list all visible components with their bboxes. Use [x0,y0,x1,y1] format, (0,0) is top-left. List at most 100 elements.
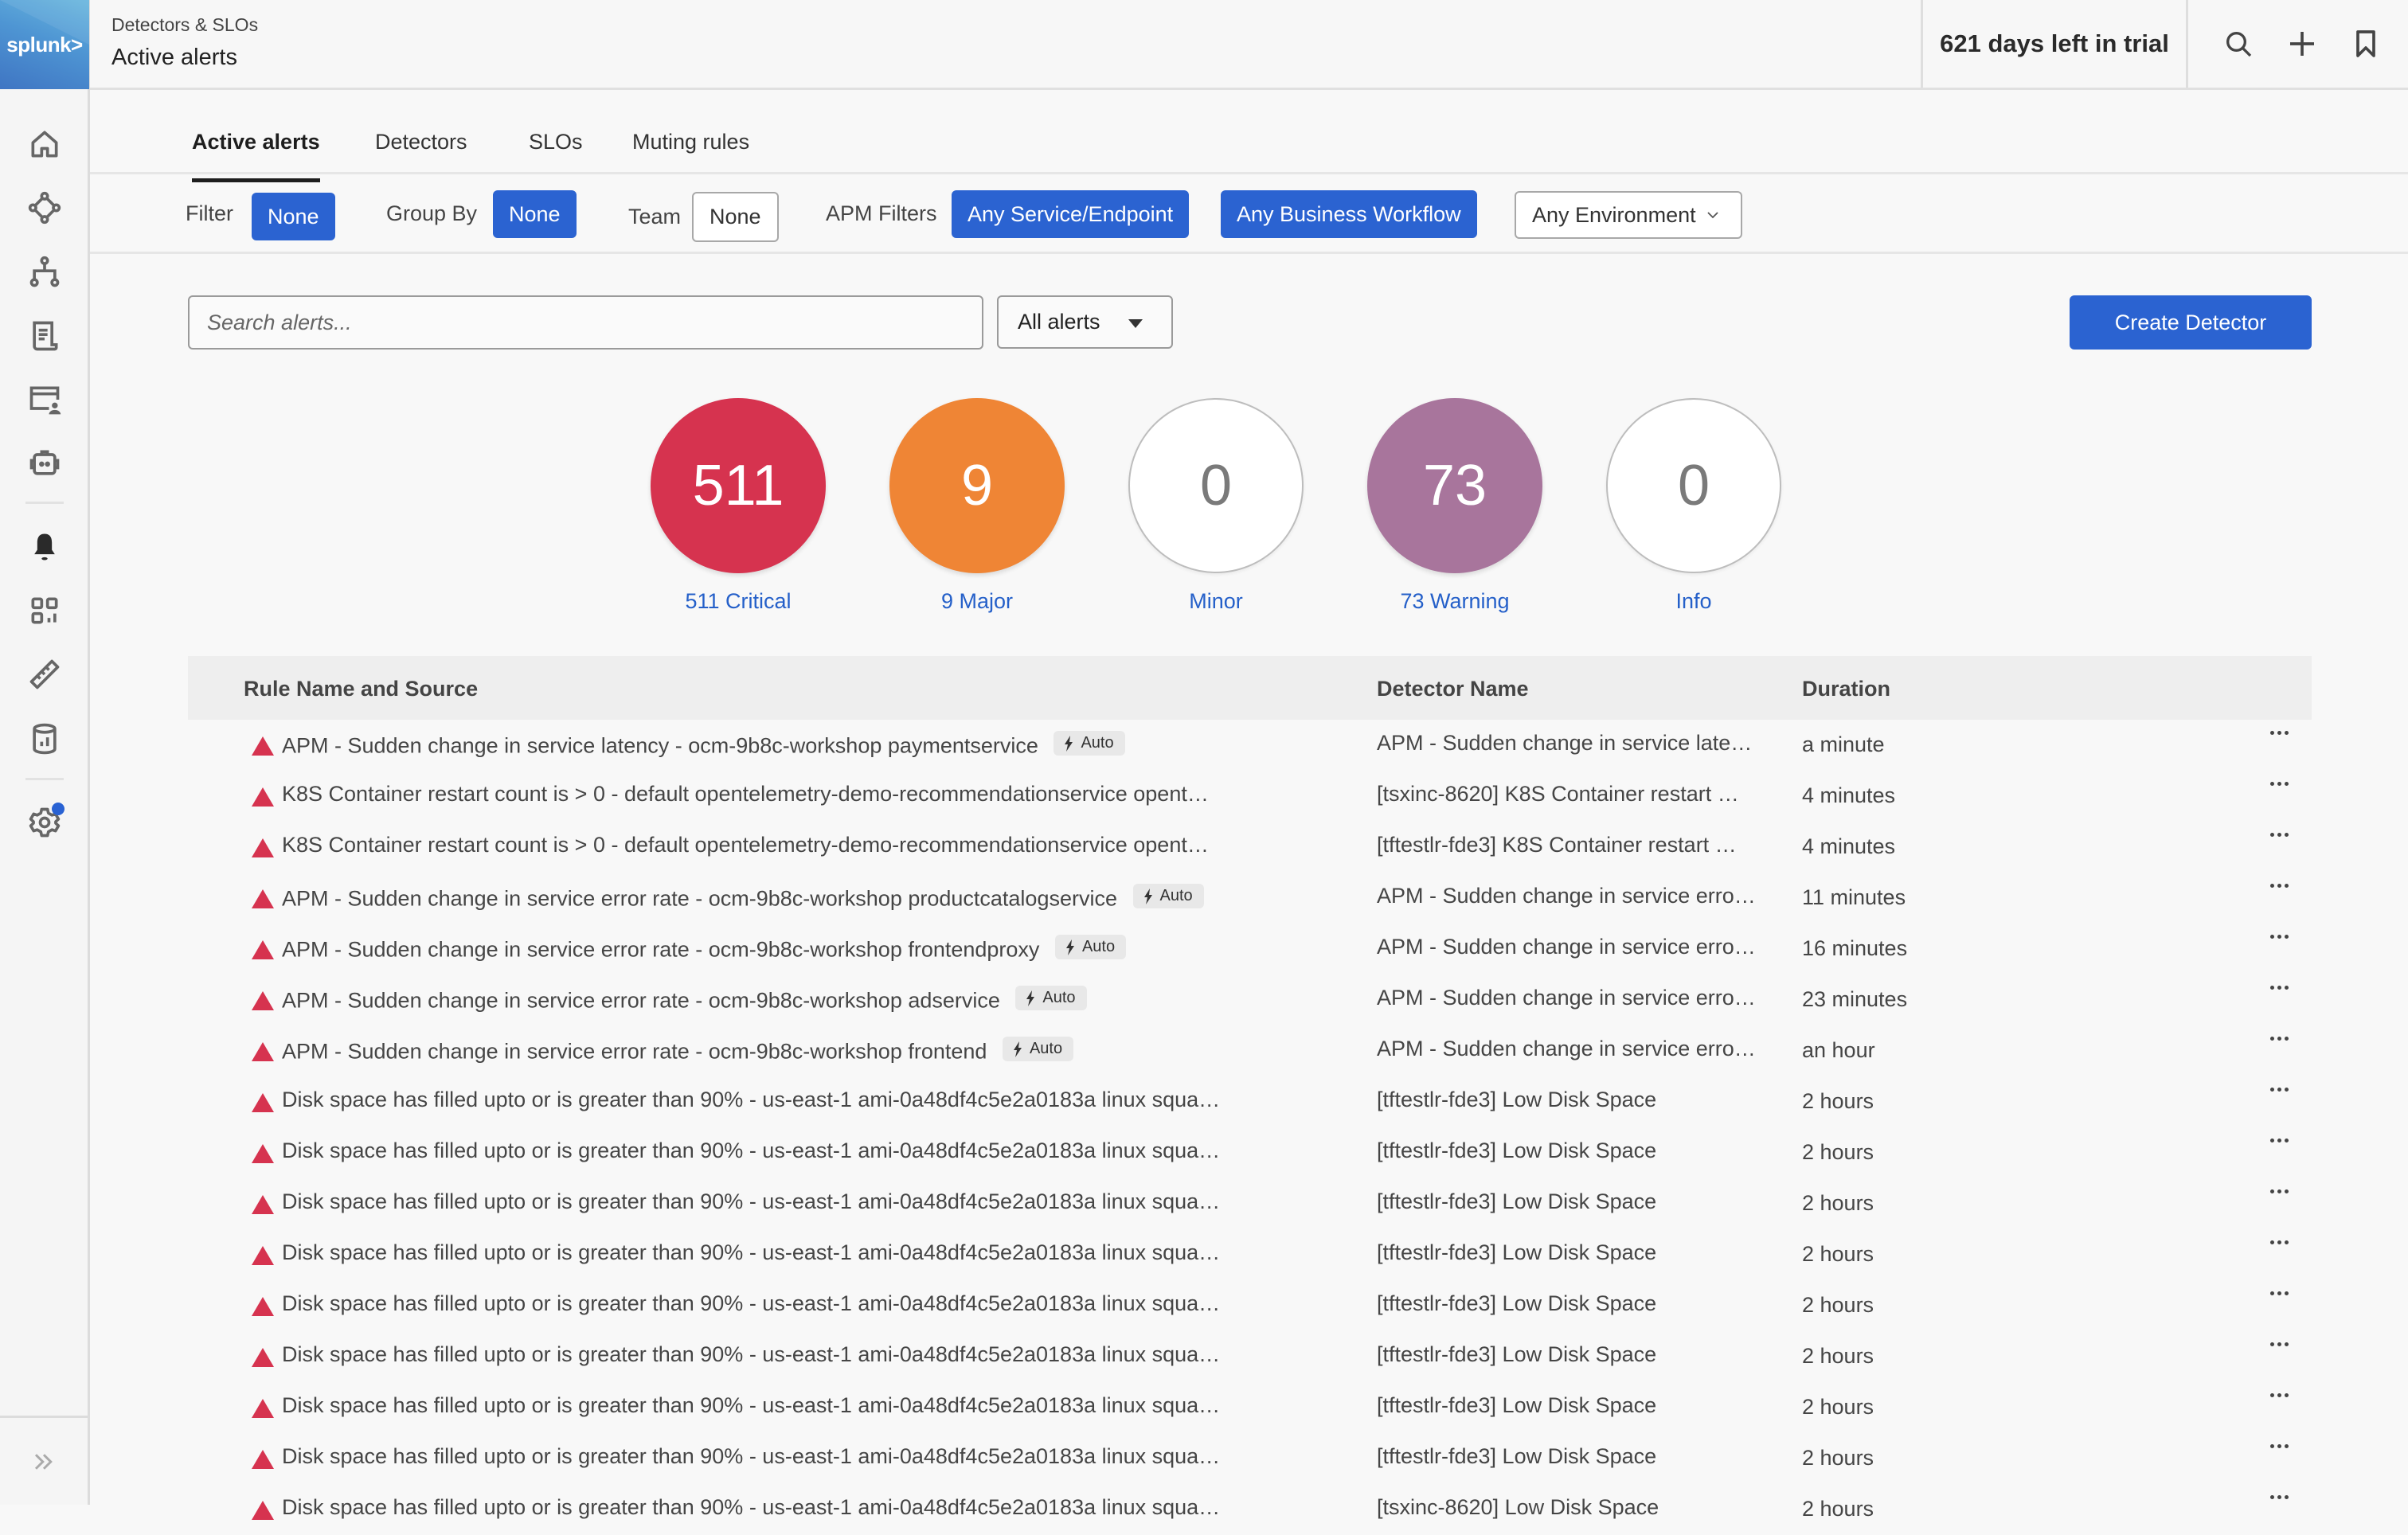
detector-name-link[interactable]: [tftestlr-fde3] Low Disk Space [1377,1291,1656,1316]
rule-name-link[interactable]: Disk space has filled upto or is greater… [282,1444,1220,1469]
table-row[interactable]: APM - Sudden change in service latency -… [188,720,2312,771]
more-actions-button[interactable] [2263,884,2295,903]
more-actions-button[interactable] [2263,1088,2295,1107]
sidebar-item-logs[interactable] [25,316,64,356]
more-actions-button[interactable] [2263,731,2295,750]
column-header-rule[interactable]: Rule Name and Source [244,677,478,701]
table-row[interactable]: Disk space has filled upto or is greater… [188,1178,2312,1229]
detector-name-link[interactable]: [tftestlr-fde3] Low Disk Space [1377,1088,1656,1112]
sidebar-item-home[interactable] [25,124,64,164]
detector-name-link[interactable]: APM - Sudden change in service erro… [1377,935,1756,959]
rule-name-link[interactable]: Disk space has filled upto or is greater… [282,1240,1220,1265]
sidebar-item-dashboards[interactable] [25,591,64,631]
tab-muting-rules[interactable]: Muting rules [632,130,749,178]
table-row[interactable]: Disk space has filled upto or is greater… [188,1331,2312,1382]
detector-name-link[interactable]: [tftestlr-fde3] Low Disk Space [1377,1240,1656,1265]
table-row[interactable]: Disk space has filled upto or is greater… [188,1484,2312,1535]
detector-name-link[interactable]: APM - Sudden change in service erro… [1377,1037,1756,1061]
column-header-duration[interactable]: Duration [1802,677,1890,701]
more-actions-button[interactable] [2263,986,2295,1005]
sidebar-item-data-management[interactable] [25,719,64,759]
sidebar-item-synthetics[interactable] [25,443,64,483]
table-row[interactable]: Disk space has filled upto or is greater… [188,1433,2312,1484]
table-row[interactable]: APM - Sudden change in service error rat… [188,1025,2312,1076]
table-row[interactable]: Disk space has filled upto or is greater… [188,1127,2312,1178]
detector-name-link[interactable]: APM - Sudden change in service erro… [1377,884,1756,908]
sidebar-expand-button[interactable] [0,1416,88,1505]
detector-name-link[interactable]: [tsxinc-8620] Low Disk Space [1377,1495,1659,1520]
table-row[interactable]: APM - Sudden change in service error rat… [188,924,2312,975]
create-detector-button[interactable]: Create Detector [2070,295,2312,350]
more-actions-button[interactable] [2263,1444,2295,1463]
rule-name-link[interactable]: Disk space has filled upto or is greater… [282,1291,1220,1316]
table-row[interactable]: K8S Container restart count is > 0 - def… [188,822,2312,873]
rule-name-link[interactable]: APM - Sudden change in service latency -… [282,731,1125,759]
table-row[interactable]: K8S Container restart count is > 0 - def… [188,771,2312,822]
rule-name-link[interactable]: APM - Sudden change in service error rat… [282,986,1087,1014]
rule-name-link[interactable]: APM - Sudden change in service error rat… [282,1037,1074,1064]
rule-name-link[interactable]: Disk space has filled upto or is greater… [282,1088,1220,1112]
severity-label[interactable]: 9 Major [941,589,1013,614]
table-row[interactable]: Disk space has filled upto or is greater… [188,1229,2312,1280]
search-alerts-input[interactable] [188,295,983,350]
trial-status[interactable]: 621 days left in trial [1921,0,2188,88]
table-row[interactable]: APM - Sudden change in service error rat… [188,873,2312,924]
rule-name-link[interactable]: Disk space has filled upto or is greater… [282,1342,1220,1367]
severity-warning[interactable]: 73 73 Warning [1367,398,1542,614]
severity-label[interactable]: 73 Warning [1400,589,1509,614]
rule-name-link[interactable]: Disk space has filled upto or is greater… [282,1495,1220,1520]
detector-name-link[interactable]: [tftestlr-fde3] Low Disk Space [1377,1444,1656,1469]
severity-major[interactable]: 9 9 Major [889,398,1065,614]
splunk-logo[interactable]: splunk> [0,0,89,89]
more-actions-button[interactable] [2263,1037,2295,1056]
service-endpoint-filter-button[interactable]: Any Service/Endpoint [952,190,1190,238]
table-row[interactable]: APM - Sudden change in service error rat… [188,975,2312,1025]
breadcrumb[interactable]: Detectors & SLOs [111,14,258,36]
sidebar-item-alerts[interactable] [25,527,64,567]
more-actions-button[interactable] [2263,1240,2295,1260]
rule-name-link[interactable]: Disk space has filled upto or is greater… [282,1139,1220,1163]
rule-name-link[interactable]: APM - Sudden change in service error rat… [282,935,1127,963]
severity-info[interactable]: 0 Info [1606,398,1781,614]
column-header-detector[interactable]: Detector Name [1377,677,1529,701]
sidebar-item-service-map[interactable] [25,188,64,228]
detector-name-link[interactable]: [tftestlr-fde3] Low Disk Space [1377,1393,1656,1418]
more-actions-button[interactable] [2263,1393,2295,1412]
detector-name-link[interactable]: [tftestlr-fde3] Low Disk Space [1377,1189,1656,1214]
detector-name-link[interactable]: [tsxinc-8620] K8S Container restart … [1377,782,1739,807]
more-actions-button[interactable] [2263,1342,2295,1361]
business-workflow-filter-button[interactable]: Any Business Workflow [1221,190,1477,238]
more-actions-button[interactable] [2263,1495,2295,1514]
more-actions-button[interactable] [2263,1291,2295,1310]
severity-label[interactable]: 511 Critical [685,589,791,614]
detector-name-link[interactable]: APM - Sudden change in service late… [1377,731,1752,756]
alerts-type-dropdown[interactable]: All alerts [997,295,1173,349]
filter-button[interactable]: None [252,193,335,240]
more-actions-button[interactable] [2263,935,2295,954]
more-actions-button[interactable] [2263,1189,2295,1209]
rule-name-link[interactable]: K8S Container restart count is > 0 - def… [282,782,1209,807]
severity-label[interactable]: Minor [1189,589,1243,614]
rule-name-link[interactable]: Disk space has filled upto or is greater… [282,1189,1220,1214]
bookmark-button[interactable] [2346,24,2386,64]
severity-label[interactable]: Info [1675,589,1711,614]
rule-name-link[interactable]: APM - Sudden change in service error rat… [282,884,1204,912]
add-button[interactable] [2282,24,2322,64]
rule-name-link[interactable]: Disk space has filled upto or is greater… [282,1393,1220,1418]
detector-name-link[interactable]: [tftestlr-fde3] K8S Container restart … [1377,833,1737,857]
more-actions-button[interactable] [2263,1139,2295,1158]
environment-select[interactable]: Any Environment [1515,191,1742,239]
severity-critical[interactable]: 511 511 Critical [651,398,826,614]
more-actions-button[interactable] [2263,833,2295,852]
sidebar-item-settings[interactable] [25,803,64,842]
table-row[interactable]: Disk space has filled upto or is greater… [188,1076,2312,1127]
group-by-button[interactable]: None [493,190,577,238]
severity-minor[interactable]: 0 Minor [1128,398,1304,614]
table-row[interactable]: Disk space has filled upto or is greater… [188,1382,2312,1433]
detector-name-link[interactable]: [tftestlr-fde3] Low Disk Space [1377,1139,1656,1163]
tab-detectors[interactable]: Detectors [375,130,467,178]
sidebar-item-hierarchy[interactable] [25,252,64,292]
rule-name-link[interactable]: K8S Container restart count is > 0 - def… [282,833,1209,857]
table-row[interactable]: Disk space has filled upto or is greater… [188,1280,2312,1331]
sidebar-item-rum[interactable] [25,380,64,420]
